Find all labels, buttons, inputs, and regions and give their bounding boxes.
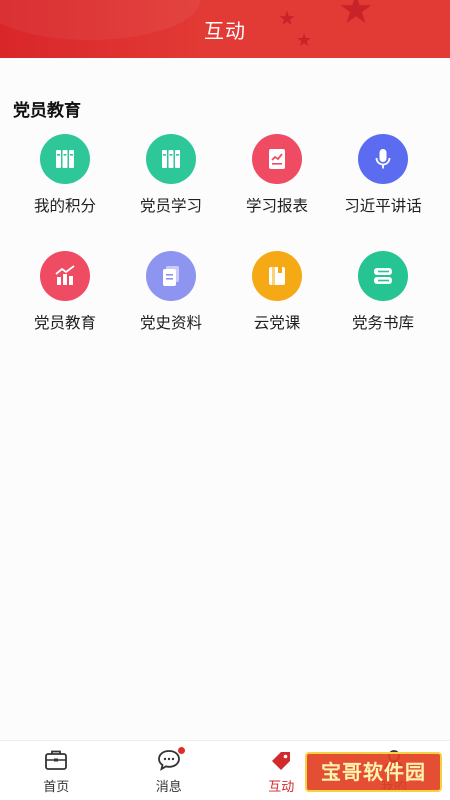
grid-item-speech[interactable]: 习近平讲话 [330, 134, 436, 251]
books-icon [146, 134, 196, 184]
tab-home[interactable]: 首页 [0, 741, 113, 800]
grid-item-label: 党员学习 [139, 197, 202, 215]
grid-item-label: 党史资料 [139, 314, 202, 332]
grid-item-study-report[interactable]: 学习报表 [224, 134, 330, 251]
grid-item-label: 我的积分 [33, 197, 96, 215]
book-stack-icon [358, 251, 408, 301]
report-icon [252, 134, 302, 184]
grid-row: 我的积分 党员学习 学习报表 习近平讲话 [0, 134, 450, 251]
header-bar: ★ ★ ★ 互动 [0, 0, 450, 58]
chat-bubble-icon [156, 747, 185, 773]
book-icon [252, 251, 302, 301]
grid-item-cloud-lesson[interactable]: 云党课 [224, 251, 330, 368]
feature-grid: 我的积分 党员学习 学习报表 习近平讲话 党员教育 党史资料 云党课 党务书库 [0, 134, 450, 368]
tab-label: 首页 [43, 780, 70, 795]
grid-item-my-points[interactable]: 我的积分 [12, 134, 118, 251]
grid-item-label: 云党课 [253, 314, 301, 332]
page-title: 互动 [204, 19, 246, 43]
section-title: 党员教育 [13, 101, 81, 121]
grid-item-label: 党员教育 [33, 314, 96, 332]
unread-badge [177, 747, 185, 754]
tab-label: 消息 [155, 780, 182, 795]
microphone-icon [358, 134, 408, 184]
grid-item-party-history[interactable]: 党史资料 [118, 251, 224, 368]
tab-label: 互动 [268, 780, 295, 795]
bar-chart-icon [40, 251, 90, 301]
tag-icon [268, 747, 294, 773]
grid-item-member-education[interactable]: 党员教育 [12, 251, 118, 368]
grid-item-party-library[interactable]: 党务书库 [330, 251, 436, 368]
grid-item-label: 习近平讲话 [344, 197, 422, 215]
watermark-logo: 宝哥软件园 [305, 752, 442, 792]
tab-messages[interactable]: 消息 [113, 741, 226, 800]
documents-icon [146, 251, 196, 301]
grid-item-member-study[interactable]: 党员学习 [118, 134, 224, 251]
grid-row: 党员教育 党史资料 云党课 党务书库 [0, 251, 450, 368]
grid-item-label: 学习报表 [245, 197, 308, 215]
grid-item-label: 党务书库 [351, 314, 414, 332]
briefcase-icon [43, 747, 69, 773]
books-icon [40, 134, 90, 184]
